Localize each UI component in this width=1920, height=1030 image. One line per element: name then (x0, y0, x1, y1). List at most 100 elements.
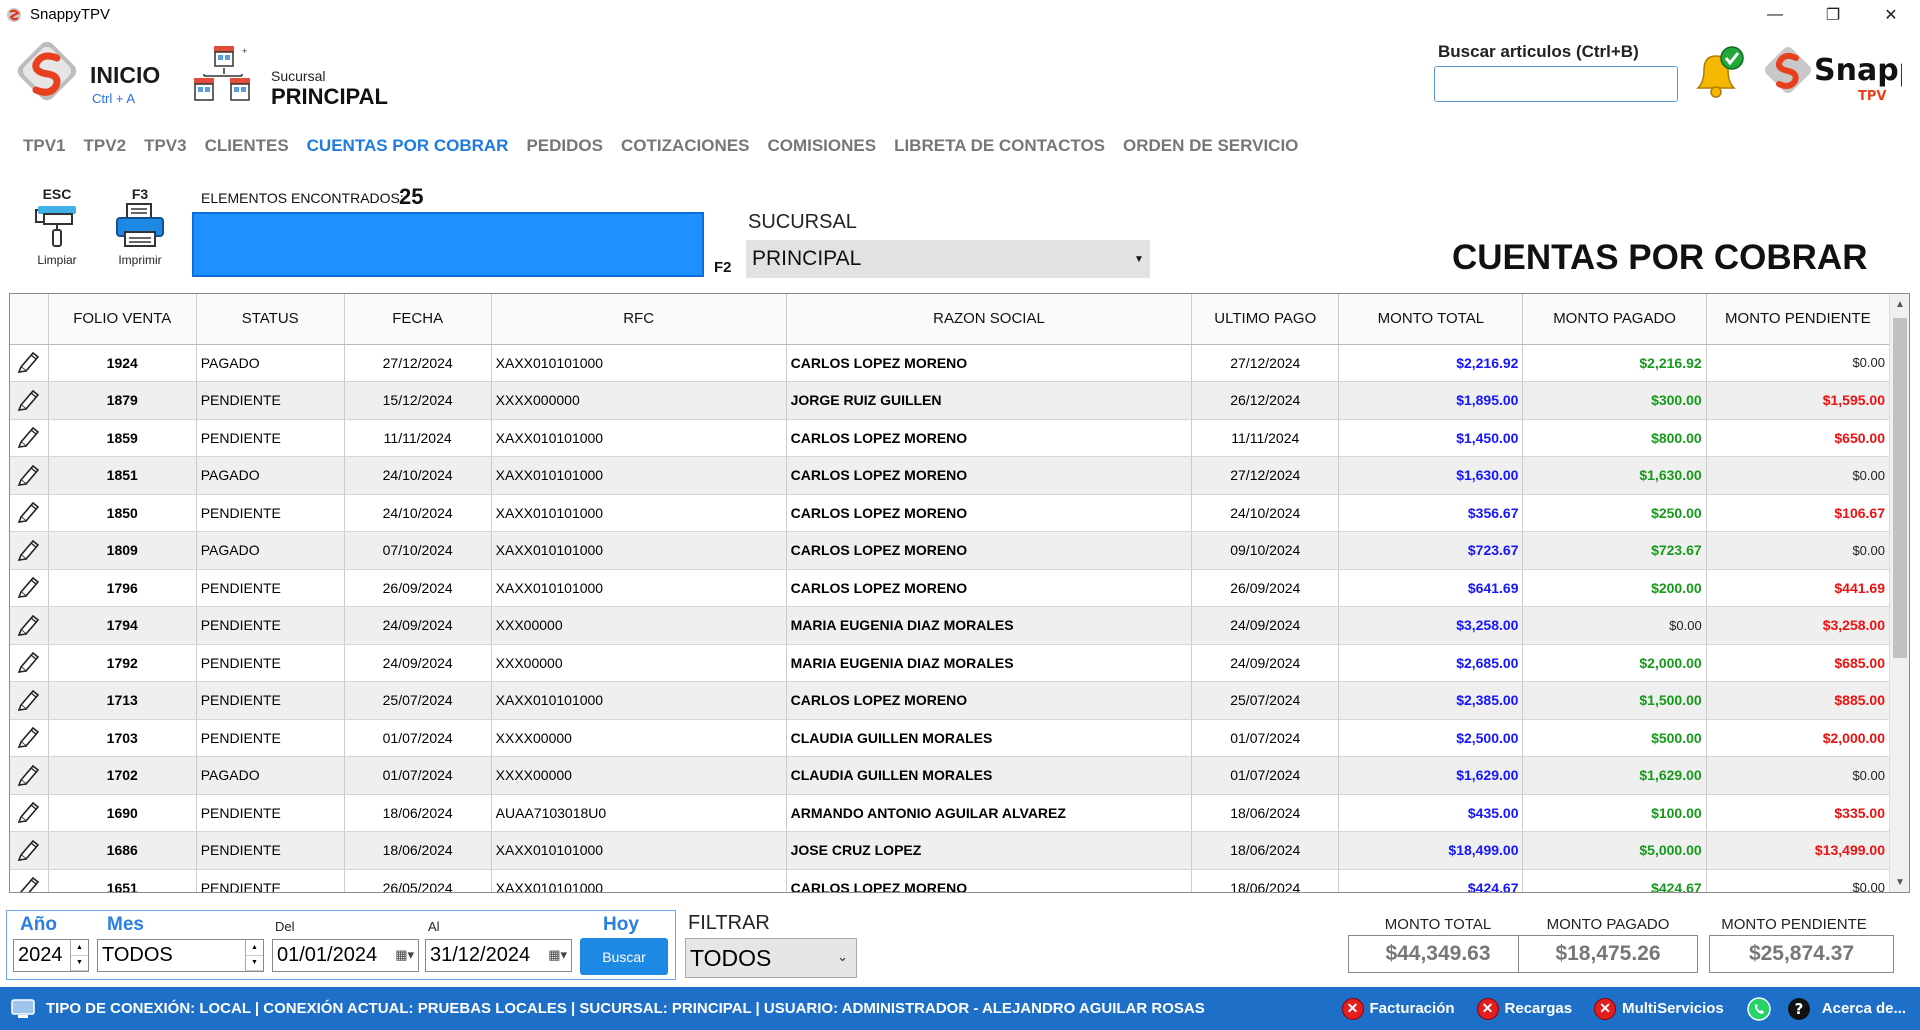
edit-pencil-icon[interactable] (10, 569, 49, 607)
col-header-monto-pagado[interactable]: MONTO PAGADO (1522, 294, 1707, 345)
cell-status: PENDIENTE (196, 794, 345, 832)
print-button[interactable]: F3 Imprimir (112, 186, 168, 267)
cell-folio: 1686 (48, 831, 197, 870)
cell-rfc: XAXX010101000 (491, 869, 787, 892)
edit-pencil-icon[interactable] (10, 344, 49, 382)
notification-bell-icon[interactable] (1688, 44, 1748, 102)
multiservicios-link[interactable]: ✕ MultiServicios (1594, 997, 1724, 1020)
help-icon[interactable]: ? (1786, 996, 1812, 1022)
table-row[interactable]: 1703 PENDIENTE 01/07/2024 XXXX00000 CLAUDIA … (10, 719, 1891, 757)
edit-pencil-icon[interactable] (10, 531, 49, 570)
filter-select[interactable]: TODOS ⌄ (685, 938, 857, 978)
nav-tab-clientes[interactable]: CLIENTES (205, 136, 289, 156)
about-link[interactable]: Acerca de... (1822, 1000, 1906, 1017)
svg-text:?: ? (1794, 1000, 1803, 1018)
year-up-icon[interactable]: ▲ (71, 940, 88, 956)
nav-tab-tpv1[interactable]: TPV1 (23, 136, 66, 156)
cell-monto-pendiente: $106.67 (1706, 494, 1891, 532)
table-row[interactable]: 1850 PENDIENTE 24/10/2024 XAXX010101000 CARL… (10, 494, 1891, 532)
nav-tab-pedidos[interactable]: PEDIDOS (526, 136, 603, 156)
recargas-link[interactable]: ✕ Recargas (1476, 997, 1572, 1020)
table-row[interactable]: 1690 PENDIENTE 18/06/2024 AUAA7103018U0 ARMA… (10, 794, 1891, 832)
cell-rfc: XXXX00000 (491, 719, 787, 757)
minimize-button[interactable]: — (1746, 0, 1804, 29)
article-search-input[interactable] (1434, 66, 1678, 102)
from-label: Del (275, 919, 295, 934)
col-header-monto-total[interactable]: MONTO TOTAL (1338, 294, 1524, 345)
cell-fecha: 18/06/2024 (344, 831, 492, 870)
table-row[interactable]: 1702 PAGADO 01/07/2024 XXXX00000 CLAUDIA GUI… (10, 756, 1891, 795)
cell-rfc: XAXX010101000 (491, 681, 787, 720)
edit-pencil-icon[interactable] (10, 606, 49, 645)
branch-stores-icon[interactable]: + (190, 42, 256, 108)
col-header-razon-social[interactable]: RAZON SOCIAL (786, 294, 1193, 345)
clear-button[interactable]: ESC Limpiar (30, 186, 84, 267)
search-button[interactable]: Buscar (580, 938, 668, 975)
nav-tab-tpv3[interactable]: TPV3 (144, 136, 187, 156)
cell-fecha: 24/10/2024 (344, 494, 492, 532)
edit-pencil-icon[interactable] (10, 644, 49, 682)
year-stepper[interactable]: 2024 ▲ ▼ (13, 939, 89, 972)
nav-tab-cotizaciones[interactable]: COTIZACIONES (621, 136, 749, 156)
cell-ultimo-pago: 18/06/2024 (1191, 794, 1340, 832)
edit-pencil-icon[interactable] (10, 719, 49, 757)
whatsapp-icon[interactable] (1746, 996, 1772, 1022)
scroll-up-icon[interactable]: ▲ (1890, 294, 1909, 314)
table-row[interactable]: 1713 PENDIENTE 25/07/2024 XAXX010101000 CARL… (10, 681, 1891, 720)
cell-monto-pagado: $5,000.00 (1522, 831, 1707, 870)
close-button[interactable]: ✕ (1862, 0, 1920, 29)
scroll-thumb[interactable] (1893, 318, 1907, 658)
maximize-button[interactable]: ❐ (1804, 0, 1862, 29)
edit-pencil-icon[interactable] (10, 756, 49, 795)
page-title: CUENTAS POR COBRAR (1452, 238, 1868, 277)
facturacion-link[interactable]: ✕ Facturación (1341, 997, 1455, 1020)
col-header-fecha[interactable]: FECHA (344, 294, 492, 345)
col-header-rfc[interactable]: RFC (491, 294, 787, 345)
nav-tab-cuentas-por-cobrar[interactable]: CUENTAS POR COBRAR (307, 136, 509, 156)
year-down-icon[interactable]: ▼ (71, 956, 88, 971)
from-date-picker[interactable]: 01/01/2024 ▦▾ (272, 939, 419, 972)
calendar-icon[interactable]: ▦▾ (395, 947, 414, 963)
col-header-ultimo-pago[interactable]: ULTIMO PAGO (1191, 294, 1340, 345)
nav-tab-tpv2[interactable]: TPV2 (84, 136, 127, 156)
accounts-search-input[interactable] (192, 212, 704, 277)
edit-pencil-icon[interactable] (10, 794, 49, 832)
edit-pencil-icon[interactable] (10, 869, 49, 892)
nav-tab-comisiones[interactable]: COMISIONES (767, 136, 876, 156)
home-label[interactable]: INICIO (90, 62, 160, 89)
home-logo-icon[interactable] (12, 42, 82, 106)
multiservicios-label: MultiServicios (1622, 1000, 1724, 1017)
table-row[interactable]: 1796 PENDIENTE 26/09/2024 XAXX010101000 CARL… (10, 569, 1891, 607)
table-row[interactable]: 1851 PAGADO 24/10/2024 XAXX010101000 CARLOS … (10, 456, 1891, 495)
edit-pencil-icon[interactable] (10, 381, 49, 420)
table-row[interactable]: 1792 PENDIENTE 24/09/2024 XXX00000 MARIA EUG… (10, 644, 1891, 682)
edit-pencil-icon[interactable] (10, 419, 49, 457)
col-header-status[interactable]: STATUS (196, 294, 345, 345)
edit-pencil-icon[interactable] (10, 681, 49, 720)
table-row[interactable]: 1859 PENDIENTE 11/11/2024 XAXX010101000 CARL… (10, 419, 1891, 457)
col-header-folio[interactable]: FOLIO VENTA (48, 294, 197, 345)
calendar-icon[interactable]: ▦▾ (548, 947, 567, 963)
to-date-picker[interactable]: 31/12/2024 ▦▾ (425, 939, 572, 972)
nav-tab-libreta-de-contactos[interactable]: LIBRETA DE CONTACTOS (894, 136, 1105, 156)
grid-scrollbar[interactable]: ▲ ▼ (1889, 294, 1909, 892)
month-stepper[interactable]: TODOS ▲ ▼ (97, 939, 264, 972)
to-label: Al (428, 919, 440, 934)
edit-pencil-icon[interactable] (10, 831, 49, 870)
table-row[interactable]: 1794 PENDIENTE 24/09/2024 XXX00000 MARIA EUG… (10, 606, 1891, 645)
edit-pencil-icon[interactable] (10, 456, 49, 495)
today-link[interactable]: Hoy (603, 914, 639, 936)
month-up-icon[interactable]: ▲ (246, 940, 263, 956)
branch-select[interactable]: PRINCIPAL ▼ (746, 240, 1150, 278)
col-header-monto-pendiente[interactable]: MONTO PENDIENTE (1706, 294, 1891, 345)
nav-tab-orden-de-servicio[interactable]: ORDEN DE SERVICIO (1123, 136, 1298, 156)
table-row[interactable]: 1809 PAGADO 07/10/2024 XAXX010101000 CARLOS … (10, 531, 1891, 570)
table-row[interactable]: 1924 PAGADO 27/12/2024 XAXX010101000 CARLOS … (10, 344, 1891, 382)
scroll-down-icon[interactable]: ▼ (1890, 872, 1909, 892)
month-down-icon[interactable]: ▼ (246, 956, 263, 971)
accounts-grid[interactable]: FOLIO VENTA STATUS FECHA RFC RAZON SOCIA… (9, 293, 1910, 893)
edit-pencil-icon[interactable] (10, 494, 49, 532)
table-row[interactable]: 1879 PENDIENTE 15/12/2024 XXXX000000 JORGE R… (10, 381, 1891, 420)
table-row[interactable]: 1651 PENDIENTE 26/05/2024 XAXX010101000 CARL… (10, 869, 1891, 892)
table-row[interactable]: 1686 PENDIENTE 18/06/2024 XAXX010101000 JOSE… (10, 831, 1891, 870)
